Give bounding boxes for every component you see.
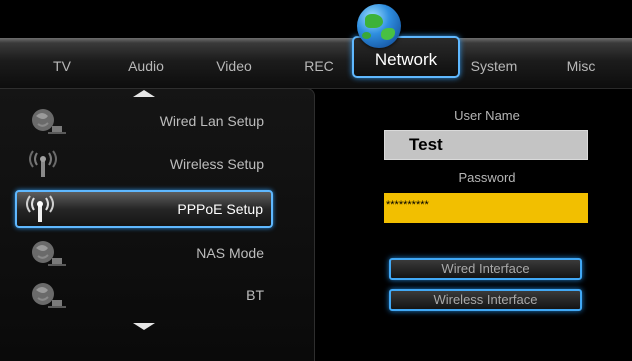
tab-system[interactable]: System xyxy=(471,58,518,74)
tab-rec[interactable]: REC xyxy=(304,58,334,74)
menu-item-pppoe-setup[interactable]: PPPoE Setup xyxy=(15,190,273,228)
menu-item-label: BT xyxy=(246,287,264,303)
scroll-down-arrow-icon[interactable] xyxy=(133,323,155,330)
password-label: Password xyxy=(458,170,516,185)
globe-network-icon xyxy=(32,109,66,134)
username-field[interactable]: Test xyxy=(384,130,588,160)
menu-item-wireless-setup[interactable]: Wireless Setup xyxy=(20,147,272,181)
globe-network-icon xyxy=(32,283,66,308)
wireless-antenna-icon xyxy=(26,195,54,222)
globe-network-icon xyxy=(32,241,66,266)
tab-video[interactable]: Video xyxy=(216,58,252,74)
wired-interface-button[interactable]: Wired Interface xyxy=(389,258,582,280)
menu-item-label: PPPoE Setup xyxy=(177,201,263,217)
top-band xyxy=(0,0,632,38)
username-label: User Name xyxy=(454,108,520,123)
tab-audio[interactable]: Audio xyxy=(128,58,164,74)
menu-item-label: Wired Lan Setup xyxy=(159,113,264,129)
wireless-antenna-icon xyxy=(29,150,57,177)
menu-item-wired-lan-setup[interactable]: Wired Lan Setup xyxy=(20,104,272,138)
scroll-up-arrow-icon[interactable] xyxy=(133,90,155,97)
globe-icon xyxy=(357,4,401,48)
tab-misc[interactable]: Misc xyxy=(567,58,596,74)
menu-item-label: NAS Mode xyxy=(196,245,264,261)
tab-tv[interactable]: TV xyxy=(53,58,71,74)
menu-item-label: Wireless Setup xyxy=(169,156,264,172)
wireless-interface-button[interactable]: Wireless Interface xyxy=(389,289,582,311)
password-field[interactable]: ********** xyxy=(384,193,588,223)
menu-item-bt[interactable]: BT xyxy=(20,278,272,312)
menu-item-nas-mode[interactable]: NAS Mode xyxy=(20,236,272,270)
